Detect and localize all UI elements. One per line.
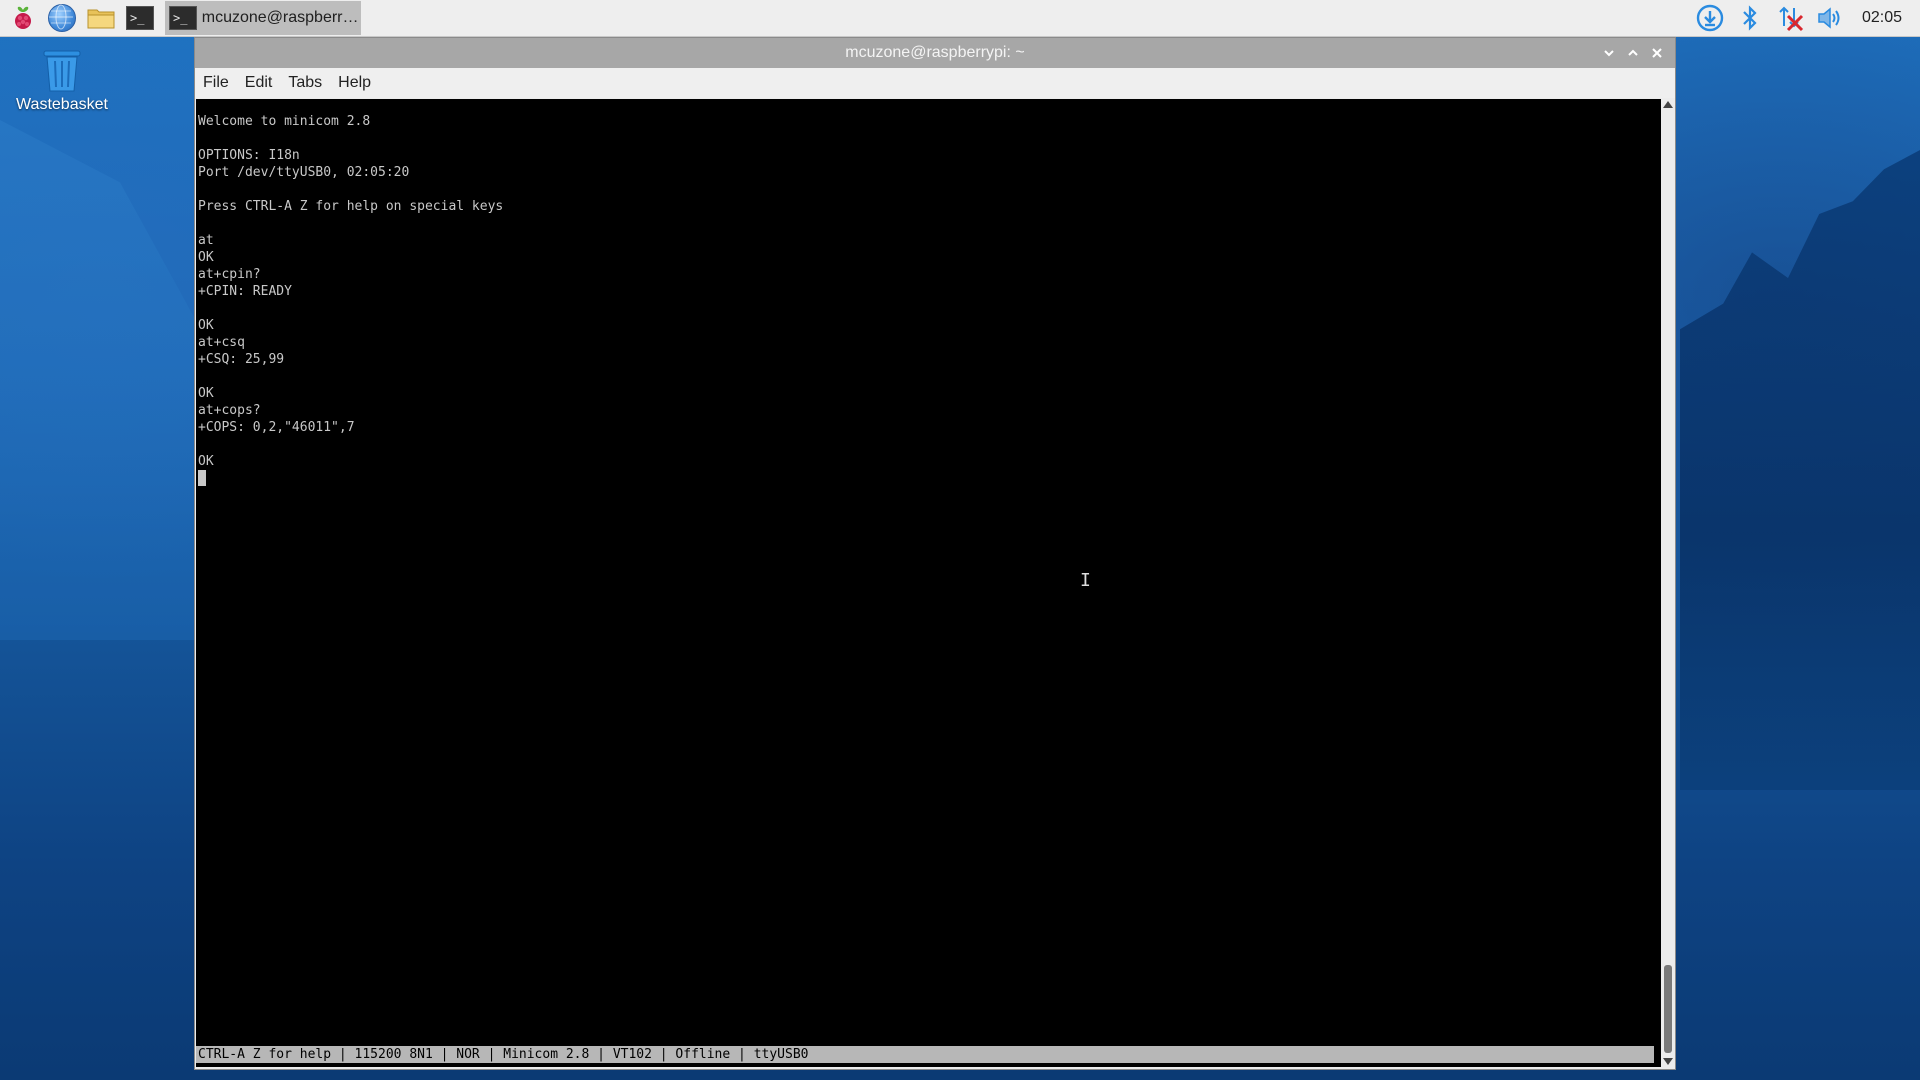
maximize-button[interactable]	[1621, 41, 1645, 65]
menu-help[interactable]: Help	[338, 72, 371, 94]
terminal-icon: >_	[169, 6, 197, 30]
raspberry-pi-menu-button[interactable]	[6, 1, 40, 35]
terminal-line: OK	[198, 250, 214, 265]
close-icon	[1652, 48, 1662, 58]
window-titlebar[interactable]: mcuzone@raspberrypi: ~	[195, 38, 1675, 68]
terminal-line: OK	[198, 318, 214, 333]
terminal-line: +COPS: 0,2,"46011",7	[198, 420, 355, 435]
terminal-line: Press CTRL-A Z for help on special keys	[198, 199, 504, 214]
browser-launcher[interactable]	[45, 1, 79, 35]
scroll-down-icon[interactable]	[1663, 1058, 1673, 1065]
window-controls	[1597, 38, 1669, 68]
terminal-line: at+csq	[198, 335, 245, 350]
terminal-line: +CSQ: 25,99	[198, 352, 285, 367]
text-cursor-icon: I	[1080, 570, 1091, 591]
terminal-line: OK	[198, 454, 214, 469]
clock[interactable]: 02:05	[1862, 9, 1902, 27]
minicom-status-line: CTRL-A Z for help | 115200 8N1 | NOR | M…	[196, 1046, 1654, 1063]
scroll-up-icon[interactable]	[1663, 101, 1673, 108]
taskbar-window-button[interactable]: >_ mcuzone@raspberry...	[165, 1, 361, 35]
system-tray: 02:05	[1694, 0, 1920, 36]
terminal-output[interactable]: Welcome to minicom 2.8 OPTIONS: I18n Port …	[196, 99, 1662, 1067]
terminal-line: Welcome to minicom 2.8	[198, 114, 371, 129]
network-tray-button[interactable]	[1774, 2, 1806, 34]
terminal-line: OPTIONS: I18n	[198, 148, 300, 163]
minimize-button[interactable]	[1597, 41, 1621, 65]
trash-icon	[43, 50, 81, 92]
wastebasket-desktop-icon[interactable]: Wastebasket	[12, 48, 112, 114]
menu-tabs[interactable]: Tabs	[288, 72, 322, 94]
bluetooth-tray-button[interactable]	[1734, 2, 1766, 34]
terminal-line: at	[198, 233, 214, 248]
taskbar: >_ >_ mcuzone@raspberry... 02:05	[0, 0, 1920, 37]
terminal-icon: >_	[126, 6, 154, 30]
terminal-lines: Welcome to minicom 2.8 OPTIONS: I18n Port …	[198, 113, 503, 487]
chevron-down-icon	[1604, 50, 1614, 57]
terminal-line: OK	[198, 386, 214, 401]
terminal-line: Port /dev/ttyUSB0, 02:05:20	[198, 165, 410, 180]
globe-icon	[48, 4, 76, 32]
terminal-window: mcuzone@raspberrypi: ~ File Edit Tabs He…	[194, 37, 1676, 1070]
desktop-hill-right	[1680, 150, 1920, 790]
scrollbar-thumb[interactable]	[1664, 965, 1672, 1053]
taskbar-window-label: mcuzone@raspberry...	[201, 9, 361, 26]
terminal-line: +CPIN: READY	[198, 284, 292, 299]
terminal-line: at+cops?	[198, 403, 261, 418]
raspberry-pi-icon	[15, 6, 31, 29]
bluetooth-icon	[1743, 5, 1757, 31]
volume-tray-button[interactable]	[1814, 2, 1846, 34]
updates-tray-button[interactable]	[1694, 2, 1726, 34]
terminal-line: at+cpin?	[198, 267, 261, 282]
volume-icon	[1818, 7, 1840, 29]
download-icon	[1696, 4, 1724, 32]
menu-edit[interactable]: Edit	[245, 72, 273, 94]
terminal-cursor-line	[198, 470, 503, 487]
menu-file[interactable]: File	[203, 72, 229, 94]
wastebasket-label: Wastebasket	[16, 96, 108, 113]
window-title: mcuzone@raspberrypi: ~	[845, 44, 1025, 61]
folder-icon	[87, 9, 115, 29]
chevron-up-icon	[1628, 49, 1638, 56]
terminal-scrollbar[interactable]	[1661, 99, 1675, 1067]
terminal-launcher[interactable]: >_	[123, 1, 157, 35]
network-disconnected-icon	[1779, 6, 1804, 32]
close-button[interactable]	[1645, 41, 1669, 65]
desktop-hill-left	[0, 120, 200, 640]
menu-bar: File Edit Tabs Help	[195, 68, 1675, 98]
file-manager-launcher[interactable]	[84, 1, 118, 35]
terminal-cursor	[198, 470, 206, 486]
